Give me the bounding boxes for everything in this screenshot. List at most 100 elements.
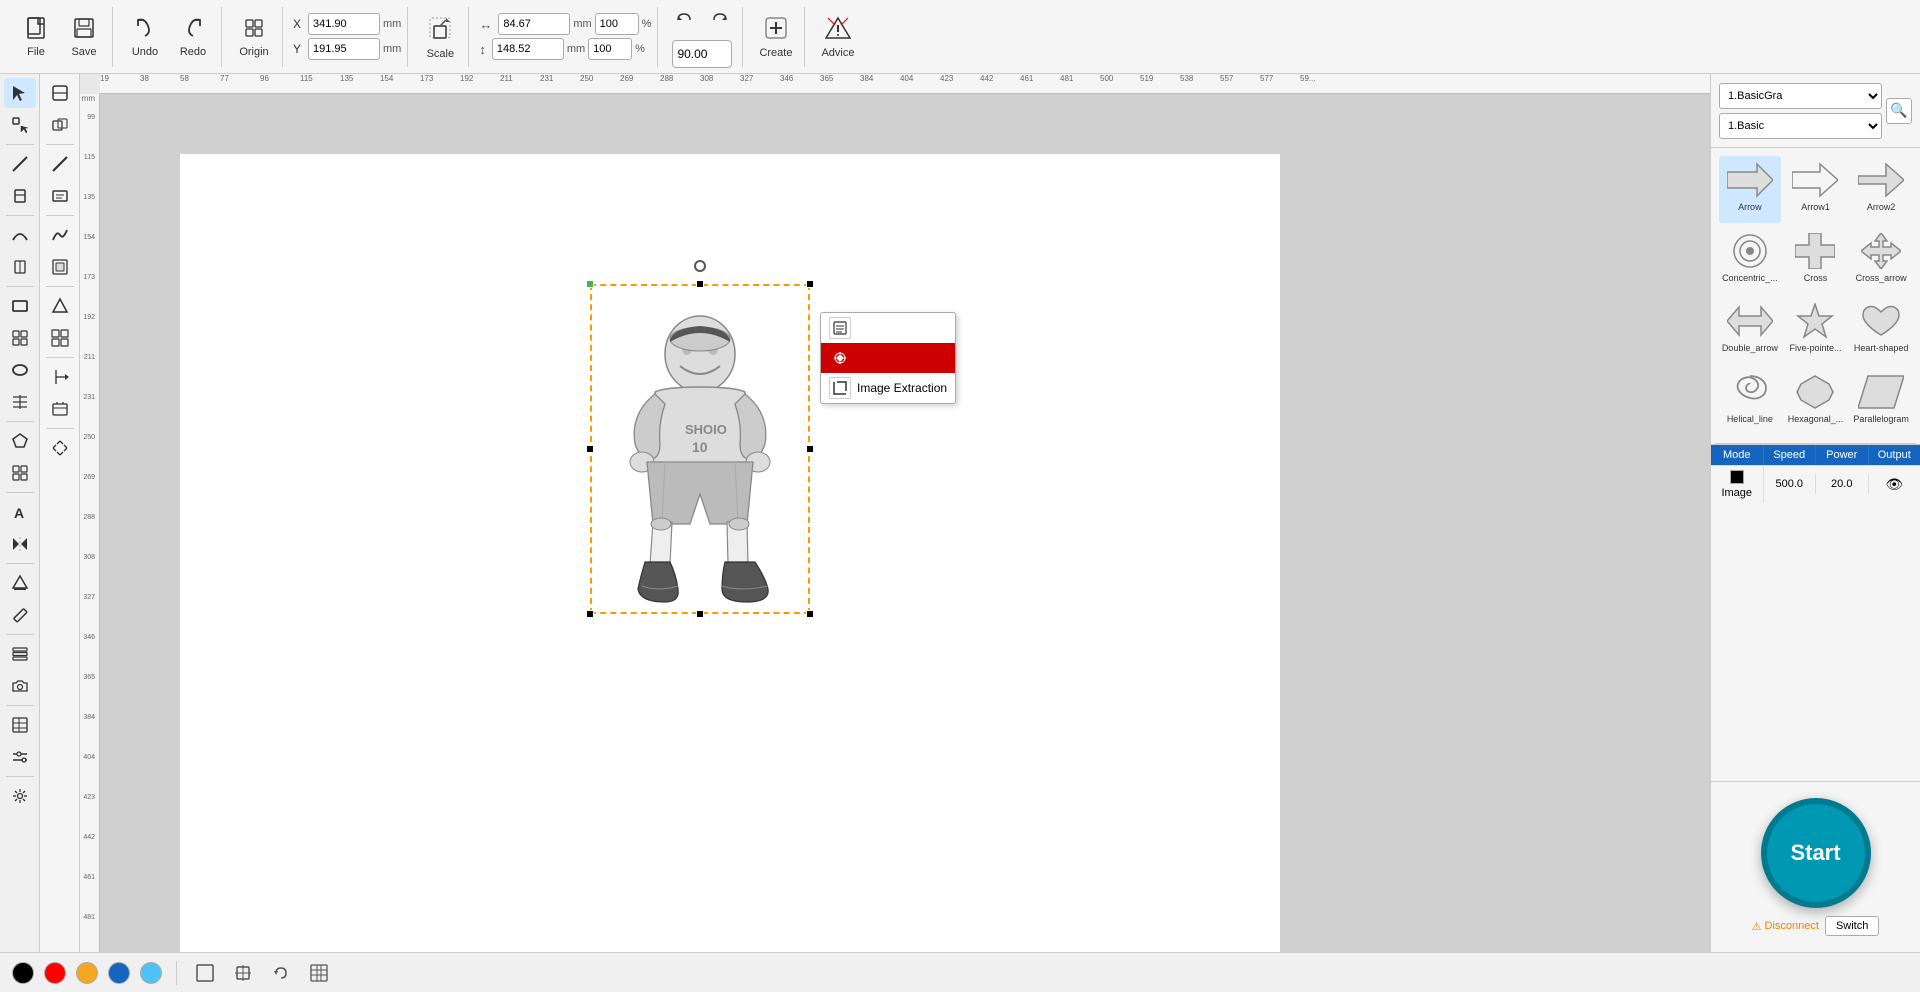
panel2-btn2[interactable] — [44, 110, 76, 140]
style-dropdown[interactable]: 1.Basic — [1719, 113, 1882, 139]
burst-tool-button[interactable] — [4, 781, 36, 811]
shape-heart[interactable]: Heart-shaped — [1850, 297, 1912, 364]
advice-button[interactable]: Advice — [815, 11, 860, 63]
context-image-extraction-item[interactable]: Image Extraction — [821, 373, 955, 403]
ellipse-tool-button[interactable] — [4, 355, 36, 385]
heart-label: Heart-shaped — [1854, 343, 1909, 353]
select-tool-button[interactable] — [4, 78, 36, 108]
panel2-btn8[interactable] — [44, 323, 76, 353]
context-properties-item[interactable] — [821, 313, 955, 343]
bb-fit-button[interactable] — [229, 959, 257, 987]
shape-concentric[interactable]: Concentric_... — [1719, 227, 1781, 294]
canvas-area[interactable]: 19 38 58 77 96 115 135 154 173 192 211 2… — [80, 74, 1710, 952]
shape-double-arrow[interactable]: Double_arrow — [1719, 297, 1781, 364]
rotate-ccw-button[interactable] — [668, 6, 700, 36]
color-blue[interactable] — [108, 962, 130, 984]
disconnect-button[interactable]: ⚠ Disconnect — [1752, 920, 1819, 933]
text-tool-button[interactable]: A — [4, 497, 36, 527]
panel2-btn6[interactable] — [44, 252, 76, 282]
mode-color-swatch[interactable] — [1730, 470, 1744, 484]
handle-bottom-mid[interactable] — [696, 610, 704, 618]
settings-tool-button[interactable] — [4, 742, 36, 772]
panel2-btn7[interactable] — [44, 291, 76, 321]
pencil-tool-button[interactable] — [4, 600, 36, 630]
curve-tool-button[interactable] — [4, 220, 36, 250]
redo-label: Redo — [180, 46, 206, 58]
color-orange[interactable] — [76, 962, 98, 984]
color-red[interactable] — [44, 962, 66, 984]
output-eye-button[interactable]: 👁 — [1885, 476, 1903, 492]
color-lightblue[interactable] — [140, 962, 162, 984]
line-tool-button[interactable] — [4, 149, 36, 179]
save-button[interactable]: Save — [62, 12, 106, 62]
undo-button[interactable]: Undo — [123, 12, 167, 62]
panel2-divider1 — [46, 144, 74, 145]
handle-mid-right[interactable] — [806, 445, 814, 453]
erase-tool-button[interactable] — [4, 568, 36, 598]
panel2-btn4[interactable] — [44, 181, 76, 211]
shape-five-pointed[interactable]: Five-pointe... — [1785, 297, 1847, 364]
search-button[interactable]: 🔍 — [1886, 98, 1912, 124]
w-pct-input[interactable] — [595, 13, 639, 35]
w-input[interactable] — [498, 13, 570, 35]
h-input[interactable] — [492, 38, 564, 60]
handle-top-right[interactable] — [806, 280, 814, 288]
shape-cross-arrow[interactable]: Cross_arrow — [1850, 227, 1912, 294]
redo-button[interactable]: Redo — [171, 12, 215, 62]
shape-parallelogram[interactable]: Parallelogram — [1850, 368, 1912, 435]
bb-undo-button[interactable] — [267, 959, 295, 987]
table-tool-button[interactable] — [4, 710, 36, 740]
switch-button[interactable]: Switch — [1825, 916, 1879, 936]
y-input[interactable] — [308, 38, 380, 60]
x-input[interactable] — [308, 13, 380, 35]
power-cell: 20.0 — [1816, 474, 1869, 494]
handle-bottom-left[interactable] — [586, 610, 594, 618]
scale-button[interactable]: Scale — [418, 10, 462, 64]
handle-bottom-right[interactable] — [806, 610, 814, 618]
bb-grid-button[interactable] — [305, 959, 333, 987]
panel2-btn3[interactable] — [44, 149, 76, 179]
polygon-tool-button[interactable] — [4, 426, 36, 456]
panel2-btn9[interactable] — [44, 362, 76, 392]
shape-arrow2[interactable]: Arrow2 — [1850, 156, 1912, 223]
file-button[interactable]: File — [14, 12, 58, 62]
scale-icon — [426, 14, 454, 48]
handle-top-left[interactable] — [586, 280, 594, 288]
context-extract-item[interactable] — [821, 343, 955, 373]
grid-tool-button[interactable] — [4, 323, 36, 353]
shape-cross[interactable]: Cross — [1785, 227, 1847, 294]
canvas-background[interactable]: SHOIO 10 — [100, 94, 1710, 952]
rotate-cw-button[interactable] — [704, 6, 736, 36]
handle-top-mid[interactable] — [696, 280, 704, 288]
select2-tool-button[interactable] — [4, 110, 36, 140]
shape-arrow[interactable]: Arrow — [1719, 156, 1781, 223]
shape-arrow1[interactable]: Arrow1 — [1785, 156, 1847, 223]
align2-tool-button[interactable] — [4, 387, 36, 417]
category-dropdown[interactable]: 1.BasicGra — [1719, 83, 1882, 109]
redo-icon — [181, 16, 205, 46]
layers-tool-button[interactable] — [4, 639, 36, 669]
start-button[interactable]: Start — [1761, 798, 1871, 908]
angle-input[interactable] — [672, 40, 732, 68]
h-pct-input[interactable] — [588, 38, 632, 60]
origin-button[interactable]: Origin — [232, 12, 276, 62]
rect-tool-button[interactable] — [4, 291, 36, 321]
panel2-btn11[interactable] — [44, 433, 76, 463]
create-button[interactable]: Create — [753, 11, 798, 63]
bb-crop-button[interactable] — [191, 959, 219, 987]
align3-tool-button[interactable] — [4, 458, 36, 488]
cam-tool-button[interactable] — [4, 671, 36, 701]
align-tool-button[interactable] — [4, 252, 36, 282]
panel2-btn1[interactable] — [44, 78, 76, 108]
rotate-handle[interactable] — [694, 260, 706, 272]
handle-mid-left[interactable] — [586, 445, 594, 453]
panel2-btn10[interactable] — [44, 394, 76, 424]
image-container[interactable]: SHOIO 10 — [590, 284, 810, 614]
shape-hexagonal[interactable]: Hexagonal_... — [1785, 368, 1847, 435]
mirror-tool-button[interactable] — [4, 529, 36, 559]
cut-tool-button[interactable] — [4, 181, 36, 211]
left-panel2 — [40, 74, 80, 952]
panel2-btn5[interactable] — [44, 220, 76, 250]
shape-helical[interactable]: Helical_line — [1719, 368, 1781, 435]
color-black[interactable] — [12, 962, 34, 984]
